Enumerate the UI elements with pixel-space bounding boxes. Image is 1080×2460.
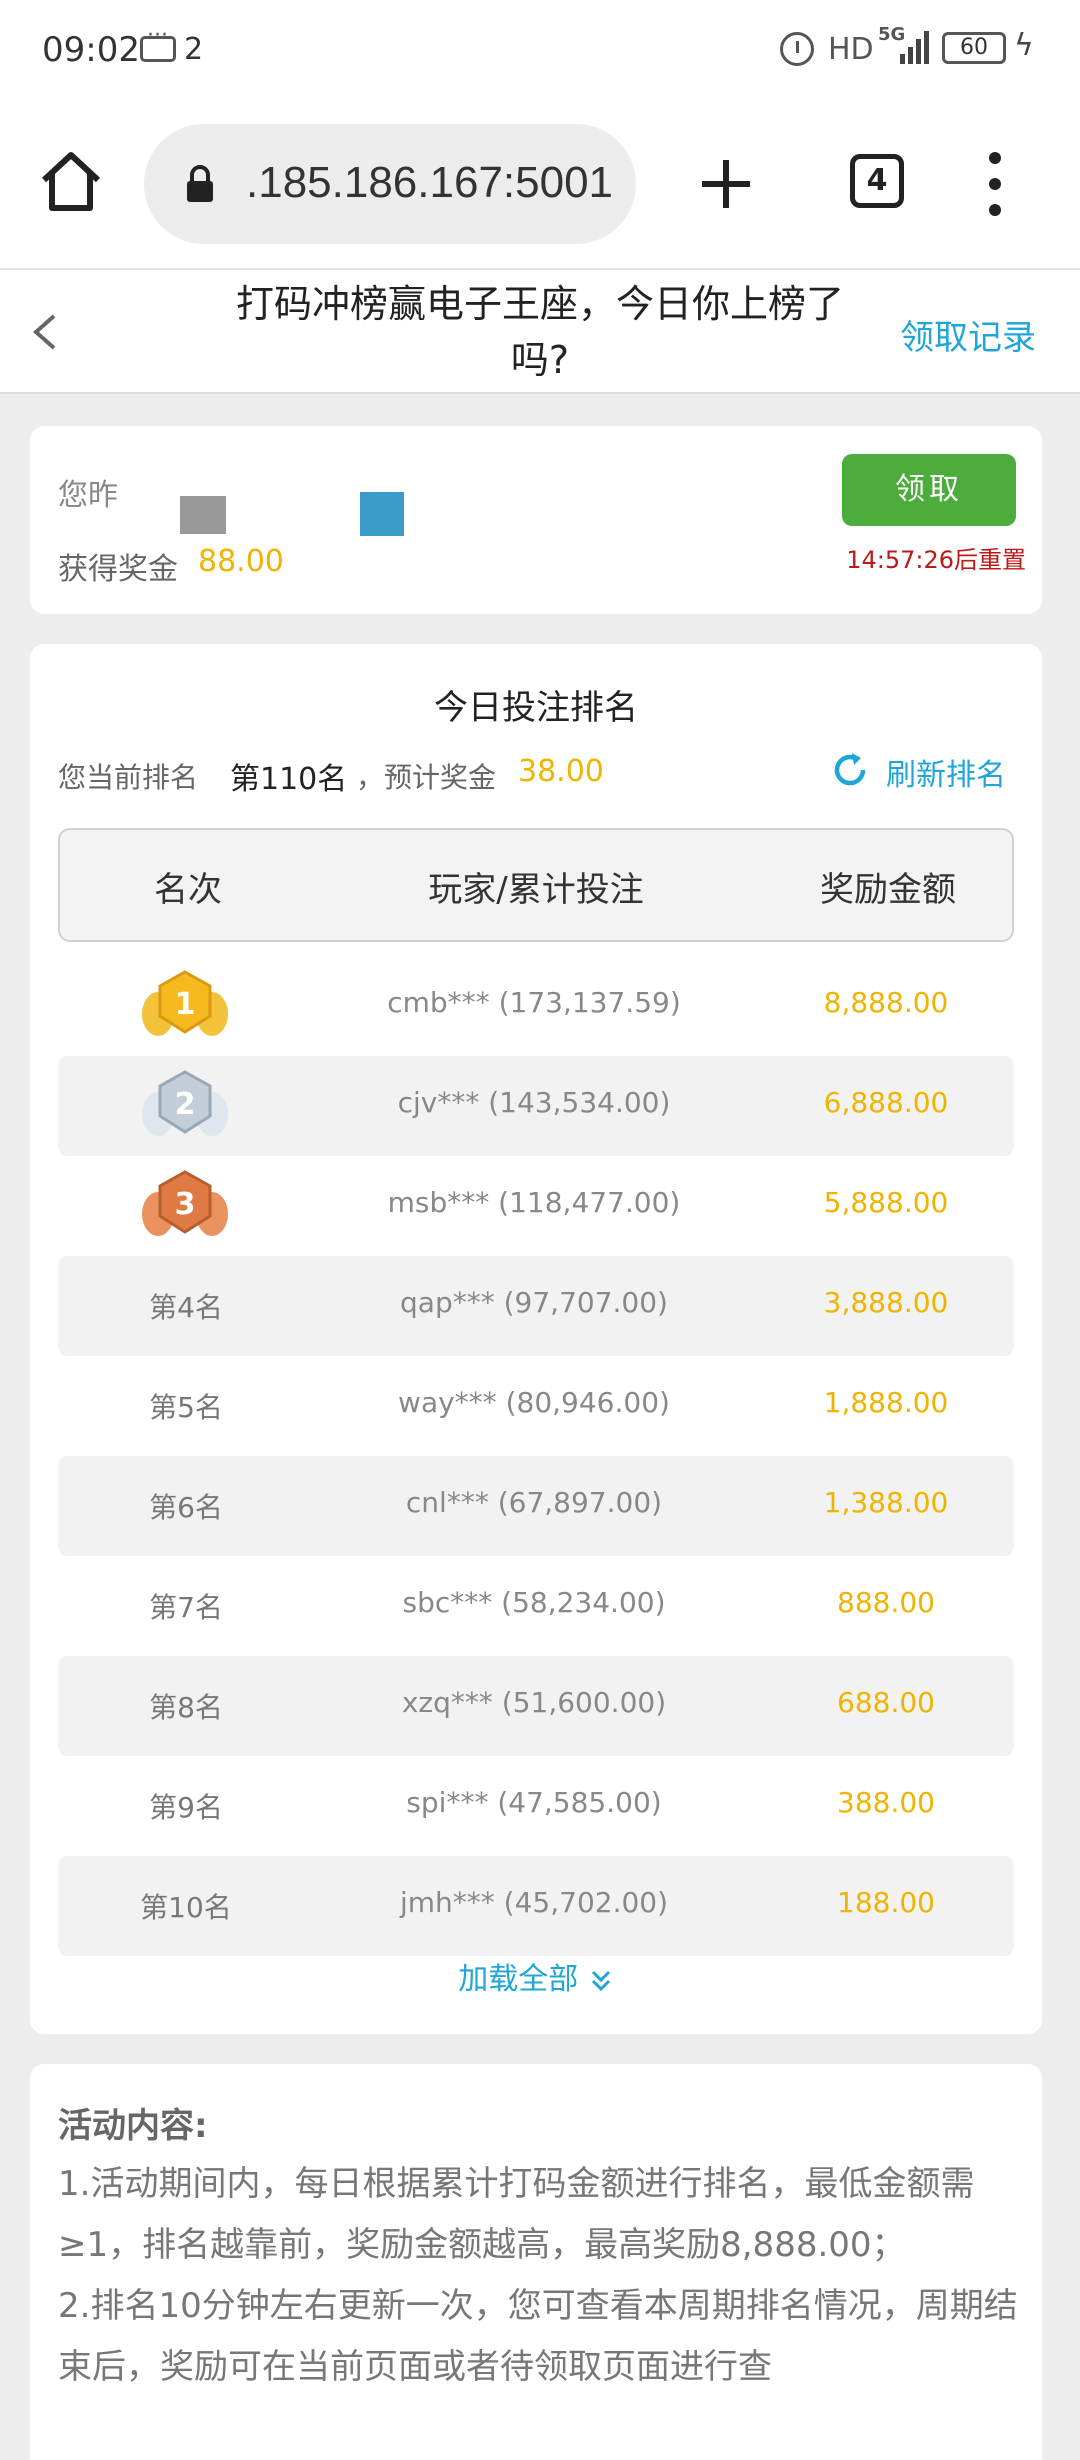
rank-cell: 第4名 bbox=[149, 1291, 223, 1324]
player-cell: cnl*** (67,897.00) bbox=[405, 1486, 663, 1519]
notification-count: 2 bbox=[184, 32, 204, 67]
rank-cell: 第7名 bbox=[149, 1591, 223, 1624]
table-row: 第7名 sbc*** (58,234.00) 888.00 bbox=[58, 1556, 1014, 1656]
gold-medal-icon: 1 bbox=[142, 970, 228, 1036]
prize-cell: 5,888.00 bbox=[823, 1186, 949, 1219]
prize-cell: 3,888.00 bbox=[823, 1286, 949, 1319]
silver-medal-icon: 2 bbox=[142, 1070, 228, 1136]
table-row: 第5名 way*** (80,946.00) 1,888.00 bbox=[58, 1356, 1014, 1456]
rank-cell: 第9名 bbox=[149, 1791, 223, 1824]
header-player: 玩家/累计投注 bbox=[428, 870, 644, 910]
charging-icon: ϟ bbox=[1014, 28, 1034, 63]
prize-cell: 6,888.00 bbox=[823, 1086, 949, 1119]
estimate-value: 38.00 bbox=[518, 754, 604, 789]
page-title: 打码冲榜赢电子王座，今日你上榜了吗? bbox=[235, 282, 844, 382]
estimate-label: ，预计奖金 bbox=[356, 761, 497, 794]
activity-title: 活动内容: bbox=[58, 2106, 208, 2146]
my-rank-label: 您当前排名 bbox=[58, 761, 199, 794]
claim-records-link[interactable]: 领取记录 bbox=[900, 310, 1036, 359]
prize-cell: 1,388.00 bbox=[823, 1486, 949, 1519]
reward-card: 您昨 获得奖金 88.00 领取 14:57:26后重置 bbox=[30, 426, 1042, 614]
status-time: 09:02 bbox=[42, 30, 140, 70]
player-cell: cjv*** (143,534.00) bbox=[397, 1086, 671, 1119]
ranking-title: 今日投注排名 bbox=[434, 688, 638, 728]
load-all-button[interactable]: 加载全部 bbox=[30, 1954, 1042, 1998]
network-label: HD bbox=[828, 32, 874, 67]
reward-amount: 88.00 bbox=[198, 544, 284, 579]
player-cell: cmb*** (173,137.59) bbox=[387, 986, 681, 1019]
rank-cell: 第5名 bbox=[149, 1391, 223, 1424]
player-cell: msb*** (118,477.00) bbox=[387, 1186, 681, 1219]
header-prize: 奖励金额 bbox=[820, 870, 956, 910]
message-icon bbox=[140, 23, 176, 62]
table-header: 名次 玩家/累计投注 奖励金额 bbox=[58, 828, 1014, 942]
alarm-icon bbox=[780, 32, 814, 66]
refresh-label: 刷新排名 bbox=[886, 758, 1006, 793]
player-cell: spi*** (47,585.00) bbox=[406, 1786, 662, 1819]
prize-cell: 888.00 bbox=[837, 1586, 935, 1619]
activity-line: 1.活动期间内，每日根据累计打码金额进行排名，最低金额需≥1，排名越靠前，奖励金… bbox=[58, 2164, 975, 2265]
home-icon[interactable] bbox=[38, 148, 104, 214]
signal-icon bbox=[900, 30, 930, 64]
load-all-label: 加载全部 bbox=[458, 1962, 579, 1997]
my-rank-value: 第110名 bbox=[230, 762, 348, 797]
redaction-block bbox=[180, 496, 226, 534]
svg-text:1: 1 bbox=[175, 987, 196, 1022]
reward-prefix-text: 您昨 bbox=[58, 478, 118, 513]
rank-cell: 第10名 bbox=[140, 1891, 232, 1924]
browser-toolbar: .185.186.167:5001 4 bbox=[0, 100, 1080, 270]
prize-cell: 1,888.00 bbox=[823, 1386, 949, 1419]
claim-button[interactable]: 领取 bbox=[842, 454, 1016, 526]
back-arrow-icon[interactable] bbox=[22, 308, 70, 356]
prize-cell: 8,888.00 bbox=[823, 986, 949, 1019]
reward-label: 获得奖金 bbox=[58, 552, 178, 587]
status-bar: 09:02 2 HD 5G 60 ϟ bbox=[0, 0, 1080, 100]
player-cell: way*** (80,946.00) bbox=[398, 1386, 670, 1419]
activity-body: 1.活动期间内，每日根据累计打码金额进行排名，最低金额需≥1，排名越靠前，奖励金… bbox=[58, 2154, 1018, 2398]
table-row: 第10名 jmh*** (45,702.00) 188.00 bbox=[58, 1856, 1014, 1956]
svg-text:2: 2 bbox=[175, 1087, 196, 1122]
redaction-block bbox=[360, 492, 404, 536]
activity-line: 2.排名10分钟左右更新一次，您可查看本周期排名情况，周期结束后，奖励可在当前页… bbox=[58, 2286, 1018, 2387]
refresh-icon bbox=[834, 753, 866, 786]
table-row: 1 cmb*** (173,137.59) 8,888.00 bbox=[58, 956, 1014, 1056]
rank-cell: 第6名 bbox=[149, 1491, 223, 1524]
battery-icon: 60 bbox=[942, 32, 1006, 64]
player-cell: jmh*** (45,702.00) bbox=[399, 1886, 669, 1919]
prize-cell: 188.00 bbox=[837, 1886, 935, 1919]
url-text: .185.186.167:5001 bbox=[246, 158, 614, 207]
table-row: 3 msb*** (118,477.00) 5,888.00 bbox=[58, 1156, 1014, 1256]
rank-cell: 第8名 bbox=[149, 1691, 223, 1724]
ranking-card: 今日投注排名 您当前排名 第110名 ，预计奖金 38.00 刷新排名 名次 玩… bbox=[30, 644, 1042, 2034]
double-chevron-down-icon bbox=[591, 1970, 610, 1991]
lock-icon bbox=[187, 165, 213, 202]
table-row: 第6名 cnl*** (67,897.00) 1,388.00 bbox=[58, 1456, 1014, 1556]
player-cell: qap*** (97,707.00) bbox=[400, 1286, 668, 1319]
more-menu-icon[interactable] bbox=[980, 152, 1010, 216]
header-rank: 名次 bbox=[154, 870, 222, 910]
prize-cell: 688.00 bbox=[837, 1686, 935, 1719]
svg-text:3: 3 bbox=[175, 1187, 196, 1222]
bronze-medal-icon: 3 bbox=[142, 1170, 228, 1236]
new-tab-icon[interactable] bbox=[698, 156, 754, 212]
player-cell: xzq*** (51,600.00) bbox=[401, 1686, 667, 1719]
reset-countdown: 14:57:26后重置 bbox=[846, 546, 1026, 574]
page-header: 打码冲榜赢电子王座，今日你上榜了吗? 领取记录 bbox=[0, 270, 1080, 394]
table-row: 第9名 spi*** (47,585.00) 388.00 bbox=[58, 1756, 1014, 1856]
address-bar[interactable]: .185.186.167:5001 bbox=[144, 124, 636, 244]
table-row: 2 cjv*** (143,534.00) 6,888.00 bbox=[58, 1056, 1014, 1156]
activity-description-card: 活动内容: 1.活动期间内，每日根据累计打码金额进行排名，最低金额需≥1，排名越… bbox=[30, 2064, 1042, 2460]
table-row: 第4名 qap*** (97,707.00) 3,888.00 bbox=[58, 1256, 1014, 1356]
prize-cell: 388.00 bbox=[837, 1786, 935, 1819]
tab-switcher-button[interactable]: 4 bbox=[850, 154, 904, 208]
table-row: 第8名 xzq*** (51,600.00) 688.00 bbox=[58, 1656, 1014, 1756]
player-cell: sbc*** (58,234.00) bbox=[402, 1586, 666, 1619]
